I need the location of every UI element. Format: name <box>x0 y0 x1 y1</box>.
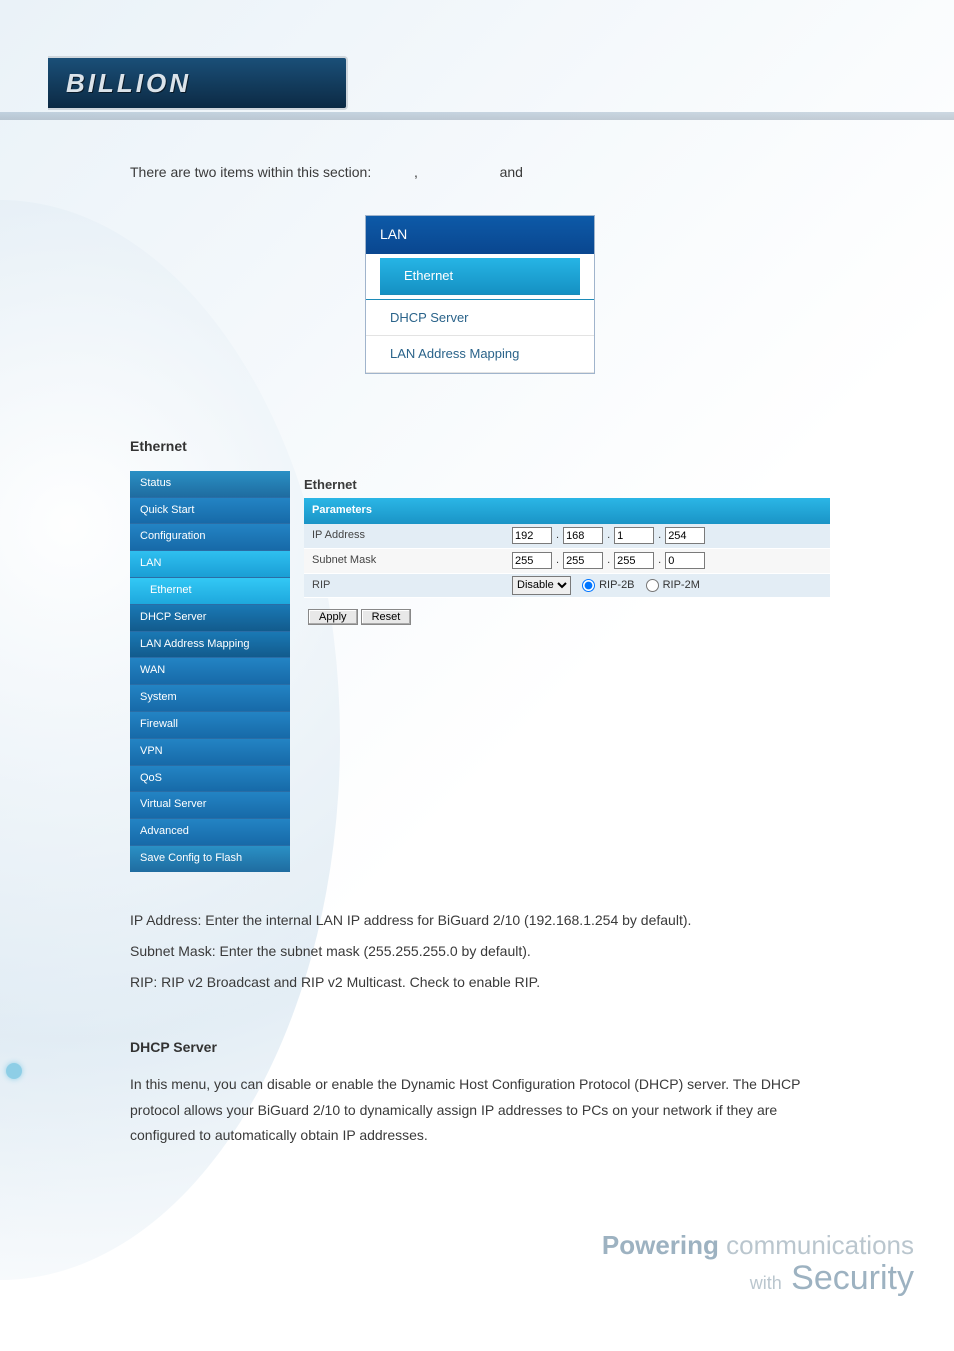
lan-menu-ethernet: Ethernet <box>380 258 580 294</box>
mask-octet-1[interactable] <box>512 552 552 569</box>
rip-2b-radio[interactable] <box>582 579 595 592</box>
sidenav-item[interactable]: WAN <box>130 657 290 684</box>
lan-menu-mapping: LAN Address Mapping <box>366 336 594 372</box>
document-content: There are two items within this section:… <box>130 160 830 1154</box>
dhcp-text: In this menu, you can disable or enable … <box>130 1072 830 1148</box>
row-subnet-mask: Subnet Mask . . . <box>304 549 830 574</box>
apply-button[interactable]: Apply <box>308 609 358 625</box>
ip-octet-4[interactable] <box>665 527 705 544</box>
sidenav-item[interactable]: QoS <box>130 765 290 792</box>
sidenav-item[interactable]: LAN <box>130 550 290 577</box>
sidenav-item[interactable]: Configuration <box>130 523 290 550</box>
intro-pre: There are two items within this section: <box>130 164 371 180</box>
slogan-with: with <box>750 1273 782 1293</box>
rip-2b-label: RIP-2B <box>599 576 634 596</box>
panel-title: Ethernet <box>304 471 830 498</box>
ip-octet-2[interactable] <box>563 527 603 544</box>
sidenav-item[interactable]: Quick Start <box>130 497 290 524</box>
row-rip: RIP Disable RIP-2B RIP-2M <box>304 574 830 599</box>
sidenav-item[interactable]: Virtual Server <box>130 791 290 818</box>
ip-octet-3[interactable] <box>614 527 654 544</box>
decor-dot <box>6 1063 22 1079</box>
mask-octet-3[interactable] <box>614 552 654 569</box>
subnet-mask-label: Subnet Mask <box>312 551 512 571</box>
reset-button[interactable]: Reset <box>361 609 412 625</box>
sidenav-item[interactable]: Save Config to Flash <box>130 845 290 872</box>
slogan-communications: communications <box>726 1230 914 1260</box>
row-ip-address: IP Address . . . <box>304 524 830 549</box>
sidenav-item[interactable]: LAN Address Mapping <box>130 631 290 658</box>
ethernet-config-screenshot: StatusQuick StartConfigurationLANEtherne… <box>130 471 830 872</box>
footer-slogan: Powering communications with Security <box>602 1231 914 1297</box>
rip-2m-radio[interactable] <box>646 579 659 592</box>
dhcp-description: In this menu, you can disable or enable … <box>130 1072 830 1148</box>
ethernet-panel: Ethernet Parameters IP Address . . . Sub… <box>304 471 830 872</box>
slogan-powering: Powering <box>602 1230 719 1260</box>
intro-and: and <box>500 164 523 180</box>
ethernet-heading: Ethernet <box>130 434 830 459</box>
intro-comma: , <box>414 164 418 180</box>
brand-name: BILLION <box>66 68 191 99</box>
panel-section: Parameters <box>304 498 830 524</box>
sidenav-item[interactable]: Ethernet <box>130 577 290 604</box>
subnet-mask-text: Subnet Mask: Enter the subnet mask (255.… <box>130 939 830 964</box>
rip-select[interactable]: Disable <box>512 576 571 595</box>
ip-octet-1[interactable] <box>512 527 552 544</box>
lan-submenu-image: LAN Ethernet DHCP Server LAN Address Map… <box>365 215 595 373</box>
dot: . <box>658 551 661 571</box>
dot: . <box>556 551 559 571</box>
dot: . <box>607 551 610 571</box>
rip-text: RIP: RIP v2 Broadcast and RIP v2 Multica… <box>130 970 830 995</box>
intro-line: There are two items within this section:… <box>130 160 830 185</box>
ethernet-description: IP Address: Enter the internal LAN IP ad… <box>130 908 830 996</box>
rip-label: RIP <box>312 576 512 596</box>
sidenav-item[interactable]: Firewall <box>130 711 290 738</box>
ip-address-text: IP Address: Enter the internal LAN IP ad… <box>130 908 830 933</box>
sidenav-item[interactable]: System <box>130 684 290 711</box>
config-sidenav: StatusQuick StartConfigurationLANEtherne… <box>130 471 290 872</box>
sidenav-item[interactable]: DHCP Server <box>130 604 290 631</box>
button-row: Apply Reset <box>304 598 830 638</box>
lan-menu-dhcp: DHCP Server <box>366 300 594 336</box>
brand-logo: BILLION <box>48 56 348 110</box>
rip-2m-label: RIP-2M <box>663 576 700 596</box>
logo-underbar <box>0 112 954 120</box>
sidenav-item[interactable]: Status <box>130 471 290 497</box>
dot: . <box>607 526 610 546</box>
sidenav-item[interactable]: VPN <box>130 738 290 765</box>
mask-octet-4[interactable] <box>665 552 705 569</box>
dot: . <box>556 526 559 546</box>
ip-address-label: IP Address <box>312 526 512 546</box>
mask-octet-2[interactable] <box>563 552 603 569</box>
dot: . <box>658 526 661 546</box>
lan-menu-title: LAN <box>366 216 594 254</box>
slogan-security: Security <box>791 1259 914 1297</box>
sidenav-item[interactable]: Advanced <box>130 818 290 845</box>
dhcp-heading: DHCP Server <box>130 1035 830 1060</box>
